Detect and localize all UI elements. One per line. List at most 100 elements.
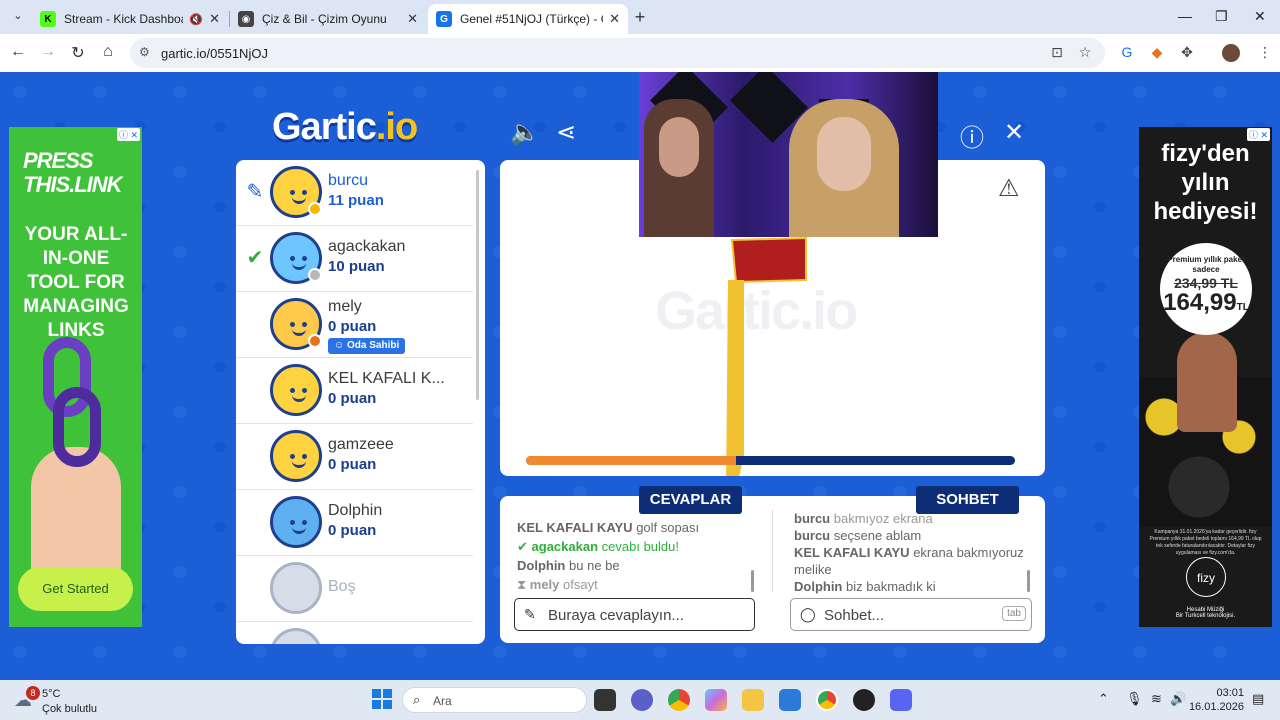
close-game-icon[interactable]: ✕ (1004, 118, 1024, 147)
profile-avatar-icon[interactable] (1222, 44, 1240, 62)
home-icon[interactable]: ⌂ (98, 43, 118, 61)
metamask-extension-icon[interactable]: ◆ (1148, 44, 1166, 61)
tray-overflow-icon[interactable]: ⌃ (1098, 691, 1109, 707)
tab-kick-dashboard[interactable]: K Stream - Kick Dashboard 🔇 ✕ (32, 4, 228, 34)
system-clock[interactable]: 03:01 16.01.2026 (1186, 686, 1244, 714)
browser-menu-icon[interactable]: ⋮ (1256, 44, 1274, 61)
tab-ciz-bil[interactable]: ◉ Çiz & Bil - Çizim Oyunu ✕ (230, 4, 426, 34)
reload-icon[interactable]: ↻ (68, 43, 88, 63)
ad-brand: PRESS THIS.LINK (23, 149, 123, 197)
player-score: 0 puan (328, 318, 377, 335)
player-row[interactable]: Dolphin 0 puan (236, 490, 473, 556)
install-app-icon[interactable]: ⊡ (1048, 44, 1066, 61)
checkmark-icon: ✔ (246, 247, 264, 269)
players-list[interactable]: ✎ burcu 11 puan ✔ agackakan 10 puan mely… (236, 160, 485, 644)
avatar (270, 430, 322, 482)
translate-extension-icon[interactable]: G (1118, 44, 1136, 60)
answer-user: mely (529, 577, 560, 592)
url-text: gartic.io/0551NjOJ (161, 46, 268, 61)
close-tab-icon[interactable]: ✕ (209, 11, 220, 27)
bookmark-star-icon[interactable]: ☆ (1076, 44, 1094, 61)
ad-cta-button[interactable]: Get Started (18, 567, 133, 611)
browser-toolbar: ← → ↻ ⌂ ⚙ gartic.io/0551NjOJ ⊡ ☆ G ◆ ✥ ⋮ (0, 34, 1280, 72)
player-name: burcu (328, 172, 369, 189)
answer-text: golf sopası (636, 520, 700, 535)
task-view-icon[interactable] (594, 689, 616, 711)
back-icon[interactable]: ← (8, 43, 28, 61)
player-name: gamzeee (328, 436, 394, 453)
tab-search-button[interactable]: ⌄ (8, 9, 28, 22)
address-bar[interactable]: ⚙ gartic.io/0551NjOJ (130, 38, 1105, 68)
player-score: 0 puan (328, 522, 377, 539)
search-placeholder: Ara (433, 694, 452, 708)
chat-item: burcu bakmıyoz ekrana (794, 510, 1024, 527)
player-row[interactable]: ✔ agackakan 10 puan (236, 226, 473, 292)
taskbar-search[interactable]: ⌕ Ara (402, 687, 587, 713)
player-row[interactable]: KEL KAFALI K... 0 puan (236, 358, 473, 424)
notification-badge: 8 (26, 686, 40, 700)
minimize-icon[interactable]: — (1178, 8, 1192, 24)
chrome-active-icon[interactable] (816, 689, 838, 711)
share-icon[interactable]: ⋖ (556, 118, 576, 147)
chat-scrollbar[interactable] (1027, 570, 1030, 592)
answer-item: KEL KAFALI KAYU golf sopası (517, 518, 763, 537)
obs-icon[interactable] (853, 689, 875, 711)
chrome-icon[interactable] (668, 689, 690, 711)
discord-icon[interactable] (890, 689, 912, 711)
left-advertisement[interactable]: ⓘ ✕ PRESS THIS.LINK YOUR ALL-IN-ONE TOOL… (9, 127, 142, 627)
microphone-icon[interactable]: 🎙 (1126, 691, 1143, 707)
avatar (270, 364, 322, 416)
answer-user: agackakan (531, 539, 599, 554)
chat-text: bakmıyoz ekrana (833, 511, 933, 526)
close-tab-icon[interactable]: ✕ (609, 11, 620, 27)
chain-link-icon (53, 387, 101, 467)
adchoices-icon[interactable]: ⓘ ✕ (116, 128, 140, 141)
answer-text: bu ne be (569, 558, 620, 573)
ad-headline: fizy'den yılın hediyesi! (1153, 140, 1258, 225)
answers-scrollbar[interactable] (751, 570, 754, 592)
info-icon[interactable]: ⓘ (960, 118, 984, 153)
streamer-face (817, 117, 871, 191)
muted-icon[interactable]: 🔇 (189, 13, 203, 26)
close-tab-icon[interactable]: ✕ (407, 11, 418, 27)
tab-gartic[interactable]: G Genel #51NjOJ (Türkçe) - Gartic.io ✕ (428, 4, 628, 34)
notifications-icon[interactable]: ▤ (1252, 691, 1264, 707)
chat-user: burcu (794, 528, 831, 543)
file-explorer-icon[interactable] (742, 689, 764, 711)
new-tab-button[interactable]: + (630, 7, 650, 28)
tab-title: Genel #51NjOJ (Türkçe) - Gartic.io (460, 12, 603, 26)
forward-icon[interactable]: → (38, 43, 58, 61)
empty-slot: Boş (236, 556, 473, 622)
extensions-icon[interactable]: ✥ (1178, 44, 1196, 61)
right-advertisement[interactable]: ⓘ ✕ fizy'den yılın hediyesi! Premium yıl… (1139, 127, 1272, 627)
player-score: 0 puan (328, 456, 377, 473)
player-row[interactable]: mely 0 puan ☺ Oda Sahibi (236, 292, 473, 358)
wifi-icon[interactable]: ≋ (1151, 691, 1162, 707)
chat-input[interactable]: ◯ Sohbet... tab (790, 598, 1032, 631)
chat-item: burcu seçsene ablam (794, 527, 1024, 544)
site-settings-icon[interactable]: ⚙ (139, 45, 150, 59)
room-owner-label: Oda Sahibi (347, 340, 400, 351)
ad-footer: Hesabi Müziği Bir Turkcell teknolojisi. (1147, 607, 1264, 619)
gartic-logo: Gartic.io (272, 106, 418, 149)
ad-footer-text: Bir Turkcell teknolojisi. (1175, 613, 1236, 619)
sound-icon[interactable]: 🔈 (510, 118, 540, 147)
chat-list: burcu bakmıyoz ekrana burcu seçsene abla… (794, 510, 1024, 595)
player-row[interactable]: gamzeee 0 puan (236, 424, 473, 490)
players-scrollbar[interactable] (476, 170, 479, 400)
answer-text: ofsayt (563, 577, 598, 592)
volume-icon[interactable]: 🔊 (1170, 691, 1186, 707)
player-row[interactable]: ✎ burcu 11 puan (236, 160, 473, 226)
answer-input[interactable]: ✎ Buraya cevaplayın... (514, 598, 755, 631)
copilot-icon[interactable] (705, 689, 727, 711)
store-icon[interactable] (779, 689, 801, 711)
hourglass-icon: ⧗ (517, 577, 527, 592)
tab-title: Çiz & Bil - Çizim Oyunu (262, 12, 387, 26)
restore-icon[interactable]: ❐ (1215, 8, 1228, 25)
clock-date: 16.01.2026 (1188, 701, 1244, 713)
close-window-icon[interactable]: ✕ (1254, 8, 1266, 25)
teams-icon[interactable] (631, 689, 653, 711)
start-button[interactable] (372, 689, 392, 709)
checkmark-icon: ✔ (517, 539, 528, 554)
windows-taskbar: ☁ 8 5°C Çok bulutlu ⌕ Ara ⌃ 🎙 ≋ 🔊 03:01 … (0, 680, 1280, 720)
